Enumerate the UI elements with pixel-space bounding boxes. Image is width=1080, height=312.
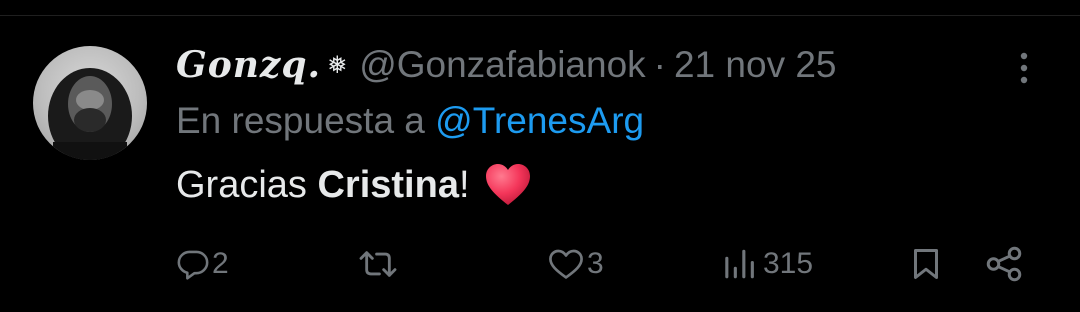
bookmark-button[interactable]: [908, 244, 944, 284]
reply-button[interactable]: 2: [176, 244, 229, 284]
like-button[interactable]: 3: [547, 244, 604, 284]
retweet-icon: [359, 251, 397, 277]
more-vertical-icon: [1020, 52, 1028, 84]
red-heart-icon: [484, 163, 532, 207]
reply-mention-link[interactable]: @TrenesArg: [435, 100, 644, 141]
share-icon: [986, 246, 1022, 282]
tweet-text-bold: Cristina: [317, 163, 459, 206]
reply-prefix: En respuesta a: [176, 100, 425, 141]
tweet-text: Gracias Cristina!: [176, 163, 532, 207]
more-options-button[interactable]: [1010, 50, 1038, 86]
retweet-button[interactable]: [358, 244, 400, 284]
reply-count: 2: [212, 247, 229, 280]
views-button[interactable]: 315: [721, 244, 813, 284]
analytics-bars-icon: [725, 249, 754, 279]
avatar[interactable]: [33, 46, 147, 160]
user-handle[interactable]: @Gonzafabianok: [359, 44, 645, 86]
tweet-text-part: Gracias: [176, 163, 318, 206]
share-button[interactable]: [984, 244, 1024, 284]
reply-bubble-icon: [177, 250, 209, 280]
top-divider: [0, 15, 1080, 16]
snowflake-icon: ❅: [327, 51, 348, 79]
heart-outline-icon: [549, 249, 583, 279]
separator-dot: ·: [653, 44, 666, 85]
bookmark-icon: [914, 249, 938, 279]
tweet-header: Gonzq. ❅ @Gonzafabianok · 21 nov 25: [176, 40, 837, 90]
views-count: 315: [763, 247, 814, 280]
tweet-date[interactable]: 21 nov 25: [674, 44, 837, 86]
reply-context: En respuesta a @TrenesArg: [176, 100, 644, 142]
profile-photo-icon: [48, 68, 132, 160]
display-name[interactable]: Gonzq.: [176, 44, 321, 86]
tweet-text-end: !: [458, 163, 470, 206]
like-count: 3: [587, 247, 604, 280]
